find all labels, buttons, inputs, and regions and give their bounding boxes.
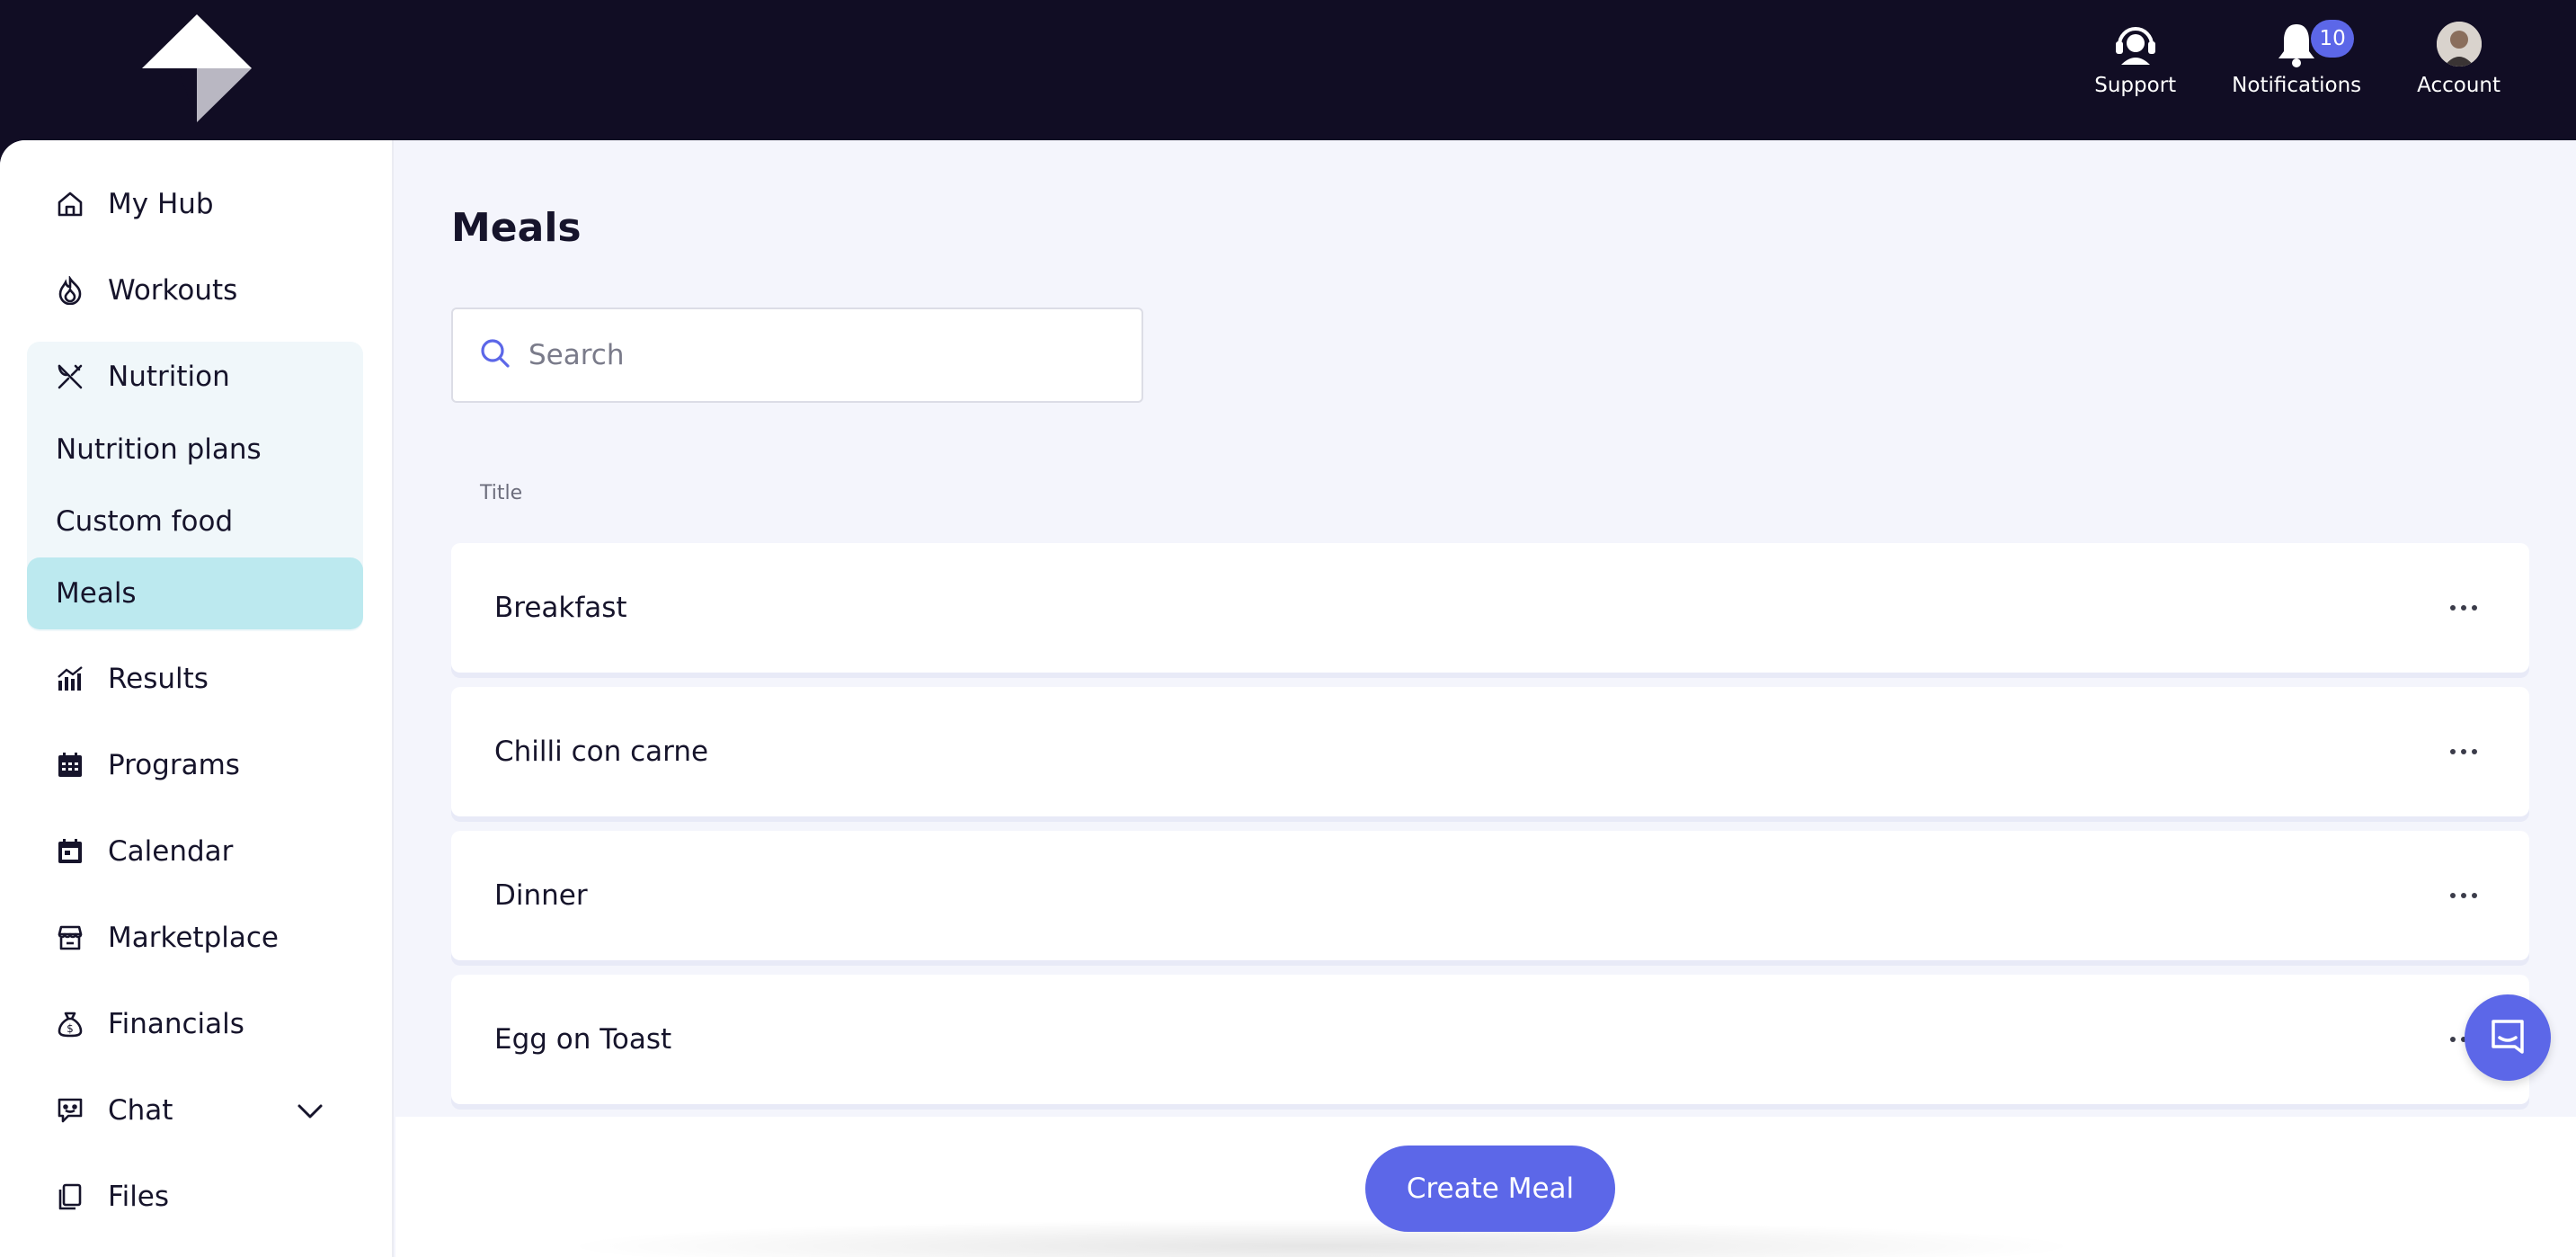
search-input[interactable] [527,338,1102,372]
sidebar-item-financials[interactable]: $ Financials [27,989,363,1059]
chevron-down-icon[interactable] [297,1094,324,1127]
sidebar-item-nutrition[interactable]: Nutrition [27,342,363,412]
account-button[interactable]: Account [2417,16,2500,97]
sidebar-item-results[interactable]: Results [27,644,363,714]
sidebar-subitem-label: Custom food [56,505,234,538]
flame-icon [54,274,86,307]
svg-text:$: $ [67,1022,74,1035]
sidebar-subitem-custom-food[interactable]: Custom food [27,486,363,557]
logo[interactable] [142,14,252,122]
sidebar-item-label: Chat [108,1094,173,1127]
chat-bubble-icon [2488,1016,2527,1059]
chart-icon [54,663,86,695]
notifications-badge: 10 [2311,20,2355,58]
list-item[interactable]: Chilli con carne [451,687,2529,816]
app-shell: My Hub Workouts Nutrition Nutrition plan… [0,140,2576,1257]
sidebar-item-label: Calendar [108,835,234,868]
sidebar-item-chat[interactable]: Chat [27,1075,363,1146]
sidebar-item-label: Results [108,663,209,695]
create-meal-button[interactable]: Create Meal [1365,1146,1615,1232]
sidebar-subitem-nutrition-plans[interactable]: Nutrition plans [27,414,363,486]
main-content: Meals Title Breakfast Chilli con carne D… [395,140,2576,1257]
sidebar-item-files[interactable]: Files [27,1162,363,1232]
sidebar-item-programs[interactable]: Programs [27,730,363,800]
calendar-grid-icon [54,749,86,781]
store-icon [54,922,86,954]
notifications-button[interactable]: Notifications 10 [2232,16,2361,97]
support-label: Support [2094,74,2177,97]
chat-icon [54,1094,86,1127]
more-options-icon[interactable] [2441,740,2486,763]
meal-title: Chilli con carne [494,735,709,768]
calendar-icon [54,835,86,868]
sidebar-item-label: Financials [108,1008,244,1040]
support-button[interactable]: Support [2094,16,2176,97]
headset-icon [2110,16,2162,72]
search-icon [480,338,511,372]
sidebar: My Hub Workouts Nutrition Nutrition plan… [0,140,394,1257]
sidebar-item-label: Nutrition [108,361,230,393]
sidebar-item-label: Programs [108,749,240,781]
home-icon [54,188,86,220]
sidebar-item-label: Workouts [108,274,238,307]
header-actions: Support Notifications 10 Account [2094,16,2500,97]
list-item[interactable]: Dinner [451,831,2529,960]
list-item[interactable]: Breakfast [451,543,2529,673]
meal-title: Dinner [494,879,588,912]
sidebar-item-marketplace[interactable]: Marketplace [27,903,363,973]
fork-knife-icon [54,361,86,393]
more-options-icon[interactable] [2441,884,2486,907]
sidebar-item-workouts[interactable]: Workouts [27,255,363,325]
sidebar-item-my-hub[interactable]: My Hub [27,169,363,239]
column-header-title[interactable]: Title [480,482,522,504]
sidebar-subitem-meals[interactable]: Meals [27,557,363,629]
money-bag-icon: $ [54,1008,86,1040]
sidebar-item-label: My Hub [108,188,214,220]
sidebar-subitem-label: Nutrition plans [56,433,262,466]
more-options-icon[interactable] [2441,596,2486,620]
chat-launcher-button[interactable] [2465,994,2551,1081]
sidebar-item-label: Files [108,1181,170,1213]
account-label: Account [2417,74,2500,97]
avatar [2436,22,2482,67]
meal-title: Breakfast [494,592,627,624]
meal-title: Egg on Toast [494,1023,672,1056]
notifications-label: Notifications [2232,74,2362,97]
footer-shadow [557,1219,2085,1257]
page-title: Meals [451,205,582,251]
avatar-wrapper [2433,16,2485,72]
top-bar: Support Notifications 10 Account [0,0,2576,140]
sidebar-item-label: Marketplace [108,922,279,954]
files-icon [54,1181,86,1213]
sidebar-subitem-label: Meals [56,577,137,610]
list-item[interactable]: Egg on Toast [451,975,2529,1104]
search-box[interactable] [451,308,1143,403]
sidebar-item-calendar[interactable]: Calendar [27,816,363,887]
